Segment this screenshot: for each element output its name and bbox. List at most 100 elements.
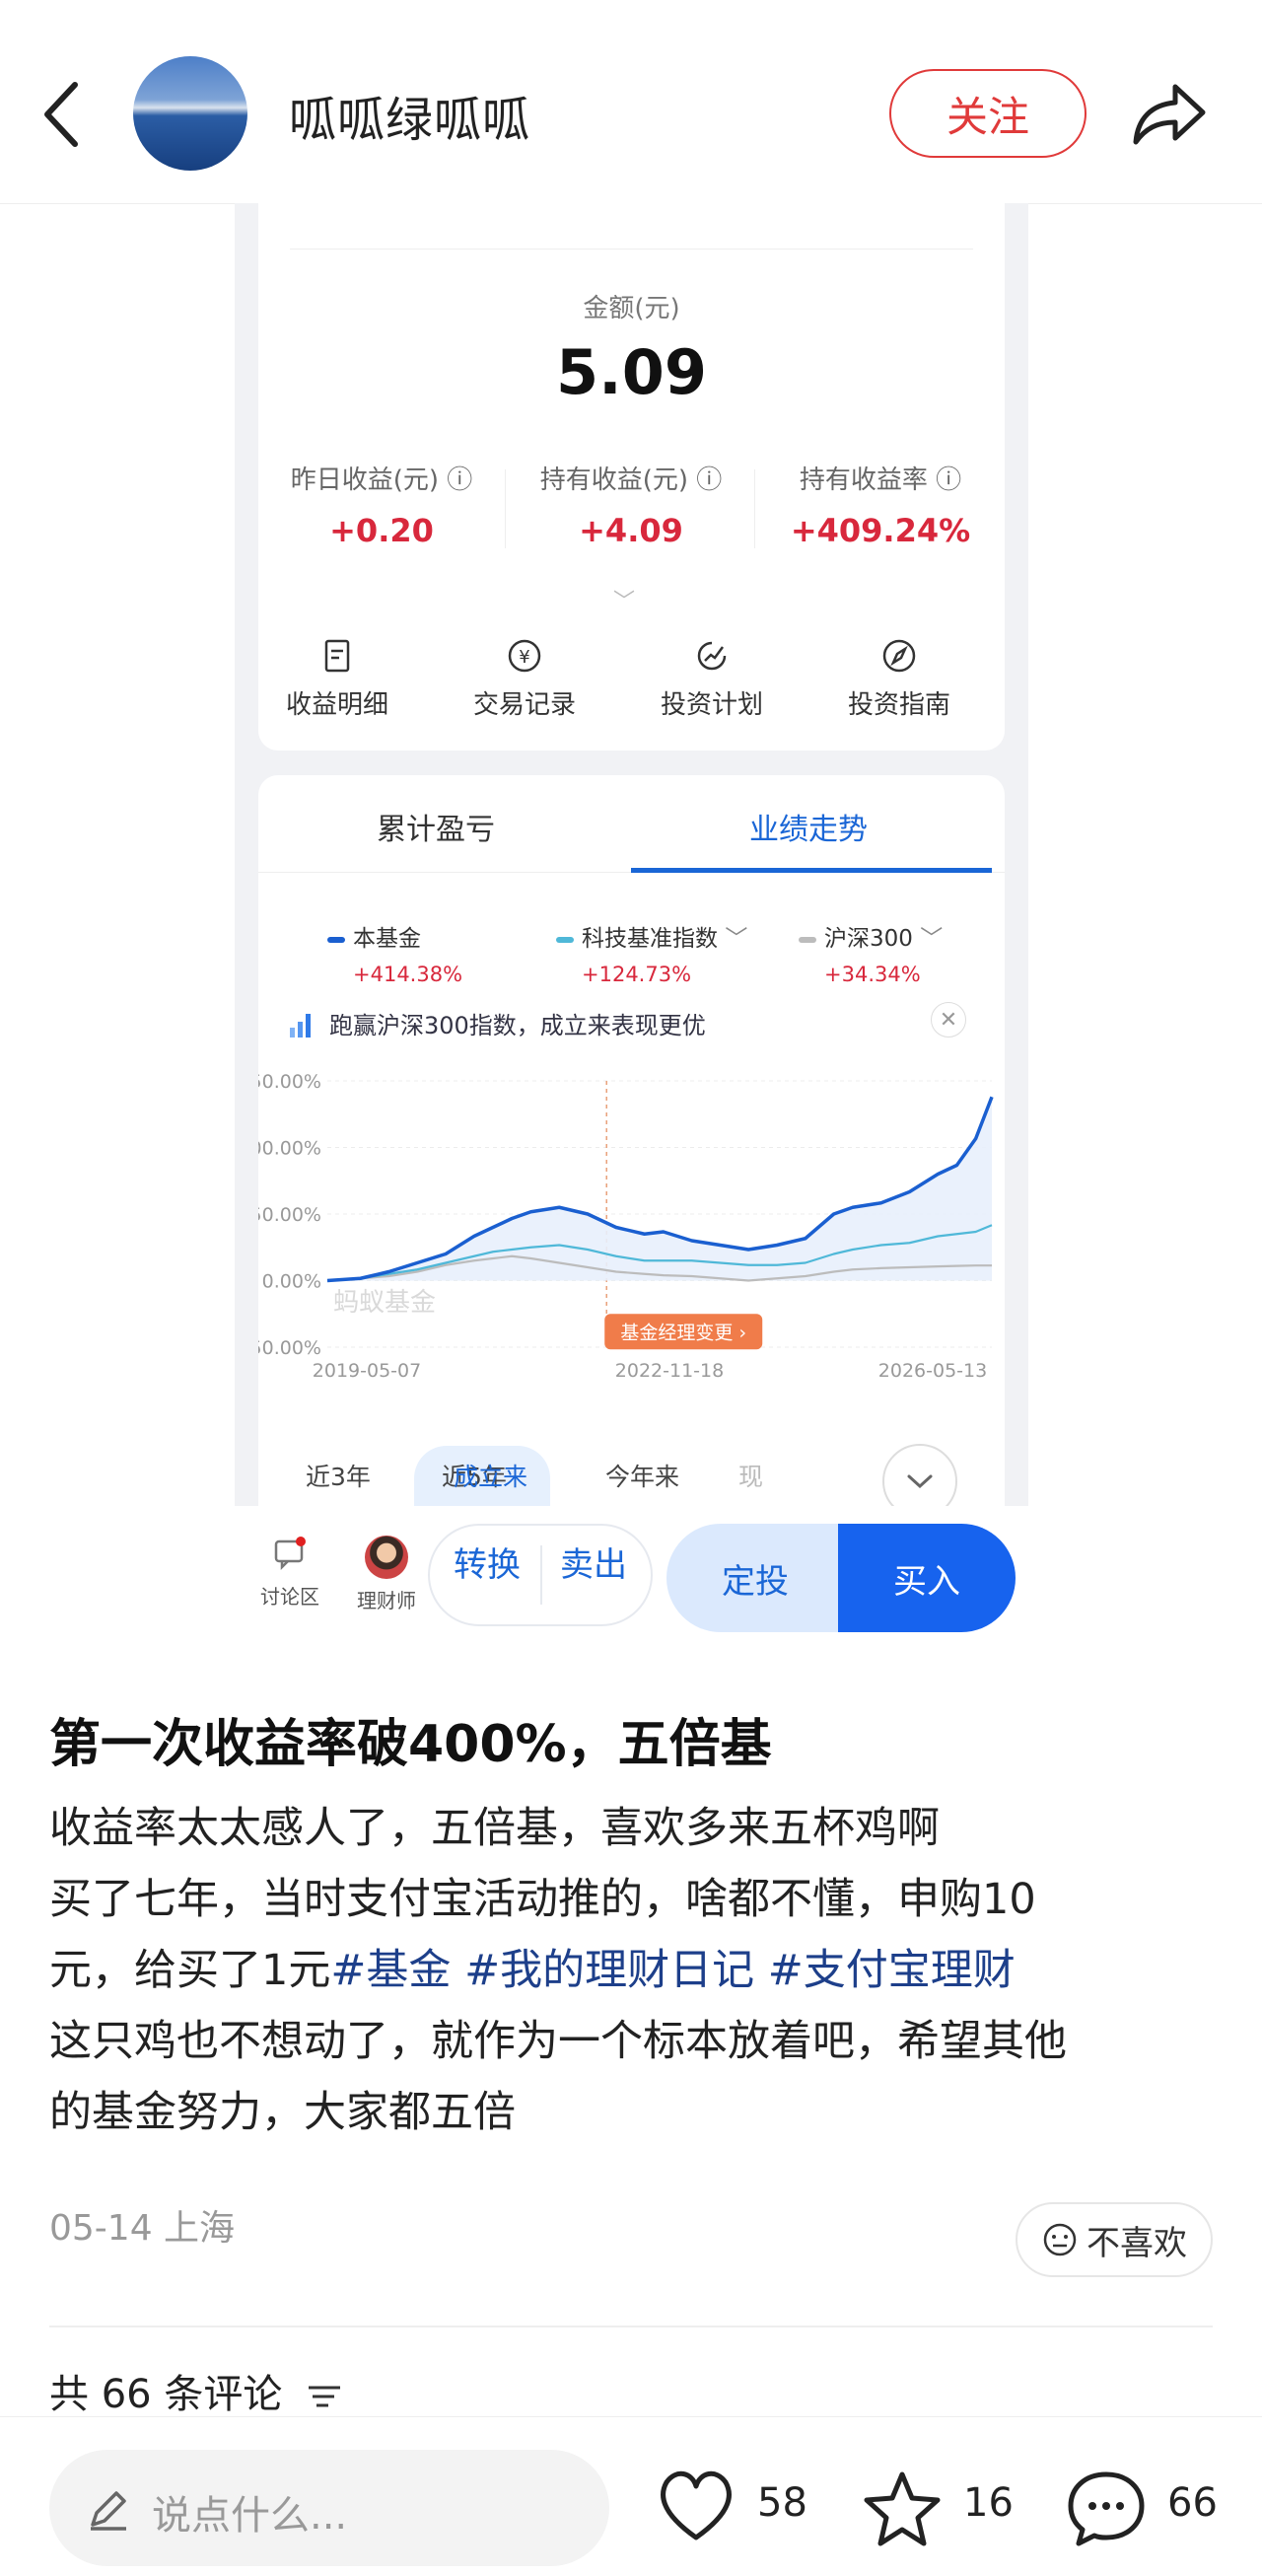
chevron-down-icon: ﹀ [725,926,748,952]
chat-bubble-icon [274,1537,306,1571]
dislike-button[interactable]: 不喜欢 [1016,2202,1213,2277]
post-body: 收益率太太感人了，五倍基，喜欢多来五杯鸡啊 买了七年，当时支付宝活动推的，啥都不… [49,1793,1223,2148]
comment-button[interactable]: 66 [1065,2469,1218,2551]
advisor-button[interactable]: 理财师 [347,1536,426,1613]
buy-button[interactable]: 买入 [838,1524,1016,1632]
quick-transactions[interactable]: ¥ 交易记录 [446,637,603,721]
discuss-label: 讨论区 [260,1585,319,1609]
legend-csi300[interactable]: 沪深300 ﹀ +34.34% [799,919,1016,986]
tab-active-indicator [631,868,992,873]
comment-placeholder: 说点什么... [152,2493,348,2539]
legend-fund[interactable]: 本基金 +414.38% [327,919,544,986]
y-tick-label: 150.00% [258,1204,321,1226]
neutral-face-icon [1043,2223,1077,2256]
banner-text: 跑赢沪深300指数，成立来表现更优 [329,1012,706,1039]
comment-input[interactable]: 说点什么... [49,2450,609,2566]
legend-swatch [799,936,816,943]
post-line: 这只鸡也不想动了，就作为一个标本放着吧，希望其他 [49,2017,1067,2066]
hashtag-diary[interactable]: #我的理财日记 [464,1946,754,1995]
convert-button[interactable]: 转换 [454,1538,521,1586]
tab-performance[interactable]: 业绩走势 [631,805,986,848]
legend-name: 科技基准指数 [582,926,718,952]
discuss-button[interactable]: 讨论区 [250,1536,329,1610]
quick-label: 投资指南 [847,690,950,720]
star-icon [864,2471,941,2546]
hashtag-alipay[interactable]: #支付宝理财 [768,1946,1016,1995]
legend-value: +34.34% [824,963,921,986]
legend-name: 沪深300 [824,926,913,952]
post-text: 元，给买了1元 [49,1946,331,1995]
advisor-avatar [365,1536,408,1579]
comments-header[interactable]: 共 66 条评论 [49,2362,344,2419]
outperform-banner: 跑赢沪深300指数，成立来表现更优 ✕ [288,1002,978,1043]
performance-chart[interactable]: 450.00% 300.00% 150.00% 0.00% -150.00% 蚂蚁基金基金… [258,1051,1005,1436]
post-line: 收益率太太感人了，五倍基，喜欢多来五杯鸡啊 [49,1804,940,1853]
favorite-button[interactable]: 16 [861,2469,1014,2551]
tab-cumulative-pnl[interactable]: 累计盈亏 [258,805,613,848]
legend-value: +124.73% [582,963,692,986]
chevron-down-icon: ﹀ [920,926,944,952]
author-name[interactable]: 呱呱绿呱呱 [289,81,530,150]
bar-chart-icon [290,1014,311,1038]
favorite-count: 16 [963,2480,1014,2526]
svg-text:¥: ¥ [519,647,529,668]
close-icon[interactable]: ✕ [931,1002,966,1038]
plan-icon [693,637,731,675]
sell-button[interactable]: 卖出 [560,1538,627,1586]
legend-name: 本基金 [353,926,421,952]
manager-change-label: 基金经理变更 › [620,1322,746,1343]
heart-icon [661,2470,732,2540]
metric-holding: 持有收益(元) ⓘ +4.09 [508,460,754,549]
quick-label: 交易记录 [472,690,576,720]
divider [505,469,506,548]
metric-value: +4.09 [579,512,683,549]
period-more[interactable]: 现 [738,1458,763,1493]
advisor-label: 理财师 [357,1589,416,1612]
y-tick-label: 450.00% [258,1071,321,1093]
dislike-label: 不喜欢 [1087,2223,1187,2263]
share-icon[interactable] [1132,81,1207,148]
period-since-inception[interactable]: 成立来 [454,1458,527,1493]
comment-bubble-icon [1068,2471,1145,2546]
quick-label: 投资计划 [660,690,763,720]
period-selector: 近3年 近5年 成立来 今年来 现 [258,1444,1005,1506]
back-arrow-icon[interactable] [37,77,87,152]
legend-benchmark[interactable]: 科技基准指数 ﹀ +124.73% [556,919,773,986]
yen-icon: ¥ [506,637,543,675]
like-count: 58 [757,2480,807,2526]
quick-income-detail[interactable]: 收益明细 [258,637,416,721]
divider [540,1545,542,1605]
metric-value: +0.20 [329,512,434,549]
x-tick-label: 2026-05-13 [878,1360,987,1382]
performance-card: 累计盈亏 业绩走势 本基金 +414.38% 科技基准指数 ﹀ +124.73%… [258,775,1005,1506]
sort-icon [309,2386,341,2407]
metric-label: 持有收益率 ⓘ [799,465,962,495]
author-avatar[interactable] [133,56,247,171]
period-ytd[interactable]: 今年来 [605,1458,679,1493]
hashtag-fund[interactable]: #基金 [330,1946,451,1995]
comments-count-label: 共 66 条评论 [49,2372,283,2417]
y-tick-label: -150.00% [258,1337,321,1359]
metric-rate: 持有收益率 ⓘ +409.24% [757,460,1004,549]
quick-guide[interactable]: 投资指南 [820,637,978,721]
post-image[interactable]: 金额(元) 5.09 昨日收益(元) ⓘ +0.20 持有收益(元) ⓘ +4.… [235,203,1028,1506]
divider [290,249,973,250]
y-tick-label: 0.00% [262,1271,321,1293]
post-date-location: 05-14 上海 [49,2208,236,2249]
watermark: 蚂蚁基金 [333,1288,436,1318]
period-3y[interactable]: 近3年 [306,1458,371,1493]
legend-value: +414.38% [353,963,463,986]
auto-invest-button[interactable]: 定投 [666,1524,844,1632]
quick-plan[interactable]: 投资计划 [633,637,791,721]
follow-button[interactable]: 关注 [889,69,1087,158]
post-line: 买了七年，当时支付宝活动推的，啥都不懂，申购10 [49,1875,1036,1924]
divider [49,2326,1213,2327]
amount-value: 5.09 [556,336,707,408]
document-icon [318,637,356,675]
expand-chevron-icon[interactable]: ﹀ [613,584,635,615]
metric-value: +409.24% [790,512,971,549]
chevron-down-icon[interactable] [882,1444,957,1506]
y-tick-label: 300.00% [258,1138,321,1160]
compass-icon [880,637,918,675]
like-button[interactable]: 58 [655,2469,807,2547]
